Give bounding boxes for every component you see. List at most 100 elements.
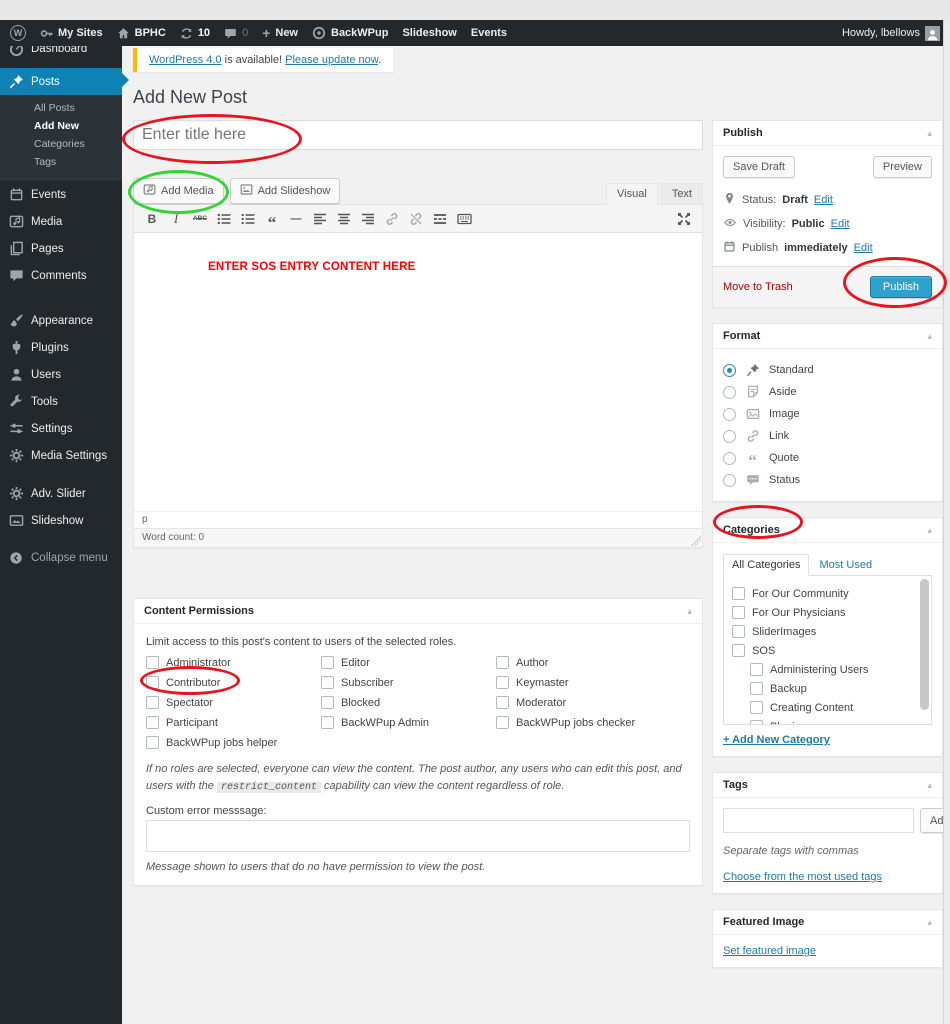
sidebar-subitem-all-posts[interactable]: All Posts — [0, 99, 122, 117]
tab-text[interactable]: Text — [660, 183, 703, 204]
role-checkbox[interactable] — [496, 716, 509, 729]
radio[interactable] — [723, 429, 736, 443]
role-keymaster[interactable]: Keymaster — [496, 676, 690, 689]
collapse-toggle-icon[interactable]: ▴ — [927, 780, 932, 791]
role-checkbox[interactable] — [496, 656, 509, 669]
align-left-button[interactable] — [310, 209, 330, 229]
category-checkbox[interactable] — [750, 682, 763, 695]
align-right-button[interactable] — [358, 209, 378, 229]
set-featured-image-link[interactable]: Set featured image — [723, 945, 816, 957]
align-center-button[interactable] — [334, 209, 354, 229]
edit-schedule-link[interactable]: Edit — [854, 242, 873, 254]
format-option-link[interactable]: Link — [723, 425, 932, 447]
howdy-account-menu[interactable]: Howdy, lbellows — [842, 25, 940, 41]
update-now-link[interactable]: Please update now — [285, 54, 378, 66]
sidebar-subitem-tags[interactable]: Tags — [0, 153, 122, 171]
role-subscriber[interactable]: Subscriber — [321, 676, 496, 689]
sidebar-item-posts[interactable]: Posts — [0, 68, 122, 95]
category-creating-content[interactable]: Creating Content — [750, 698, 931, 717]
sidebar-item-media[interactable]: Media — [0, 208, 122, 235]
radio[interactable] — [723, 473, 736, 487]
sidebar-item-pages[interactable]: Pages — [0, 235, 122, 262]
sidebar-item-events[interactable]: Events — [0, 181, 122, 208]
category-sliderimages[interactable]: SliderImages — [732, 622, 931, 641]
role-backwpup-admin[interactable]: BackWPup Admin — [321, 716, 496, 729]
category-checkbox[interactable] — [750, 701, 763, 714]
add-new-category-link[interactable]: + Add New Category — [723, 734, 830, 746]
blockquote-button[interactable]: “ — [262, 209, 282, 231]
category-for-our-community[interactable]: For Our Community — [732, 584, 931, 603]
preview-button[interactable]: Preview — [872, 156, 932, 178]
role-editor[interactable]: Editor — [321, 656, 496, 669]
role-checkbox[interactable] — [321, 656, 334, 669]
role-moderator[interactable]: Moderator — [496, 696, 690, 709]
more-tag-button[interactable] — [430, 209, 450, 229]
my-sites-menu[interactable]: My Sites — [40, 27, 103, 40]
horizontal-rule-button[interactable]: — — [286, 209, 306, 229]
editor-content-area[interactable]: ENTER SOS ENTRY CONTENT HERE — [134, 233, 702, 511]
sidebar-subitem-categories[interactable]: Categories — [0, 135, 122, 153]
page-scrollbar[interactable] — [943, 20, 950, 1024]
role-spectator[interactable]: Spectator — [146, 696, 321, 709]
format-option-image[interactable]: Image — [723, 403, 932, 425]
updates-menu[interactable]: 10 — [180, 27, 210, 40]
radio[interactable] — [723, 407, 736, 421]
category-checkbox[interactable] — [750, 720, 763, 724]
wordpress-version-link[interactable]: WordPress 4.0 — [149, 54, 222, 66]
collapse-toggle-icon[interactable]: ▴ — [927, 331, 932, 342]
post-title-input[interactable] — [133, 120, 703, 150]
tags-input[interactable] — [723, 808, 914, 833]
comments-menu[interactable]: 0 — [224, 27, 248, 40]
sidebar-item-dashboard[interactable]: Dashboard — [0, 46, 122, 58]
add-media-button[interactable]: Add Media — [133, 178, 224, 204]
strikethrough-button[interactable]: ABC — [190, 209, 210, 229]
backwpup-menu[interactable]: BackWPup — [312, 26, 388, 40]
format-option-standard[interactable]: Standard — [723, 359, 932, 381]
save-draft-button[interactable]: Save Draft — [723, 156, 795, 178]
collapse-toggle-icon[interactable]: ▴ — [927, 525, 932, 536]
collapse-toggle-icon[interactable]: ▴ — [927, 917, 932, 928]
edit-visibility-link[interactable]: Edit — [831, 218, 850, 230]
tags-header[interactable]: Tags ▴ — [713, 773, 942, 798]
category-checkbox[interactable] — [750, 663, 763, 676]
tab-all-categories[interactable]: All Categories — [723, 554, 810, 576]
sidebar-item-appearance[interactable]: Appearance — [0, 307, 122, 334]
role-backwpup-jobs-helper[interactable]: BackWPup jobs helper — [146, 736, 321, 749]
new-content-menu[interactable]: + New — [262, 25, 298, 41]
wp-logo-menu[interactable]: W — [10, 25, 26, 41]
sidebar-subitem-add-new[interactable]: Add New — [0, 117, 122, 135]
category-for-our-physicians[interactable]: For Our Physicians — [732, 603, 931, 622]
radio[interactable] — [723, 385, 736, 399]
sidebar-item-slideshow[interactable]: Slideshow — [0, 507, 122, 534]
featured-image-header[interactable]: Featured Image ▴ — [713, 910, 942, 935]
role-checkbox[interactable] — [146, 716, 159, 729]
role-checkbox[interactable] — [146, 736, 159, 749]
role-checkbox[interactable] — [496, 696, 509, 709]
slideshow-menu[interactable]: Slideshow — [402, 27, 456, 39]
sidebar-item-users[interactable]: Users — [0, 361, 122, 388]
numbered-list-button[interactable] — [238, 209, 258, 229]
publish-header[interactable]: Publish ▴ — [713, 121, 942, 146]
category-sos[interactable]: SOS — [732, 641, 931, 660]
bold-button[interactable]: B — [142, 209, 162, 229]
bullet-list-button[interactable] — [214, 209, 234, 229]
format-option-aside[interactable]: Aside — [723, 381, 932, 403]
toolbar-toggle-button[interactable] — [454, 209, 474, 229]
content-permissions-header[interactable]: Content Permissions ▴ — [134, 599, 702, 624]
move-to-trash-link[interactable]: Move to Trash — [723, 281, 793, 293]
role-checkbox[interactable] — [321, 716, 334, 729]
sidebar-item-tools[interactable]: Tools — [0, 388, 122, 415]
category-checkbox[interactable] — [732, 625, 745, 638]
events-menu[interactable]: Events — [471, 27, 507, 39]
scrollbar-thumb[interactable] — [920, 579, 929, 710]
category-administering-users[interactable]: Administering Users — [750, 660, 931, 679]
role-checkbox[interactable] — [321, 676, 334, 689]
role-checkbox[interactable] — [496, 676, 509, 689]
format-option-quote[interactable]: “ Quote — [723, 447, 932, 469]
choose-most-used-tags-link[interactable]: Choose from the most used tags — [723, 871, 882, 883]
publish-button[interactable]: Publish — [869, 276, 932, 298]
category-plugins[interactable]: Plugins — [750, 717, 931, 724]
tab-most-used[interactable]: Most Used — [809, 555, 882, 575]
category-scrollbar[interactable] — [920, 579, 929, 721]
collapse-menu-button[interactable]: Collapse menu — [0, 545, 122, 571]
